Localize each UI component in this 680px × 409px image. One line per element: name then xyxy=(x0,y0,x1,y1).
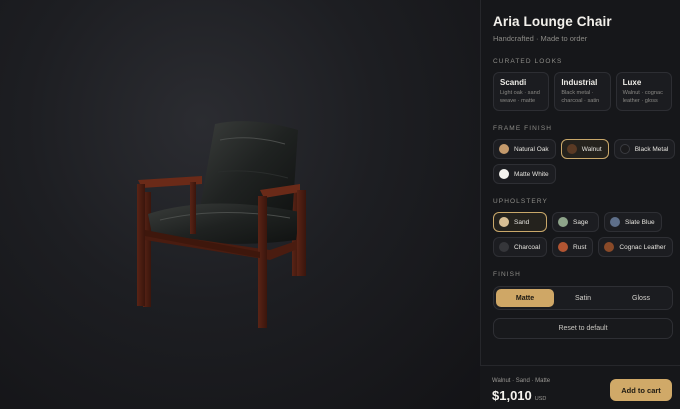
option-label: Slate Blue xyxy=(625,218,655,226)
frame-option-natural-oak[interactable]: Natural Oak xyxy=(493,139,556,159)
upholstery-option-rust[interactable]: Rust xyxy=(552,237,594,257)
option-label: Rust xyxy=(573,243,587,251)
configurator-panel: Aria Lounge Chair Handcrafted · Made to … xyxy=(480,0,680,409)
frame-option-black-metal[interactable]: Black Metal xyxy=(613,139,676,159)
option-label: Charcoal xyxy=(514,243,541,251)
look-description: Light oak · sand weave · matte xyxy=(500,90,540,104)
look-name: Luxe xyxy=(622,78,642,87)
color-swatch xyxy=(610,217,620,227)
selection-summary: Walnut · Sand · Matte xyxy=(492,378,551,384)
finish-segmented-control: Matte Satin Gloss xyxy=(493,286,673,310)
color-swatch xyxy=(499,169,509,179)
curated-looks-list: Scandi Light oak · sand weave · matte In… xyxy=(493,72,672,111)
upholstery-heading: UPHOLSTERY xyxy=(493,198,548,205)
finish-option-gloss[interactable]: Gloss xyxy=(612,289,670,307)
upholstery-option-sand[interactable]: Sand xyxy=(493,212,547,232)
product-subtitle: Handcrafted · Made to order xyxy=(493,34,588,43)
option-label: Cognac Leather xyxy=(619,243,666,251)
price-value: $1,010 xyxy=(492,388,532,403)
option-label: Natural Oak xyxy=(514,145,549,153)
look-card-scandi[interactable]: Scandi Light oak · sand weave · matte xyxy=(493,72,550,111)
add-to-cart-button[interactable]: Add to cart xyxy=(610,379,672,401)
chair-3d-preview[interactable] xyxy=(120,112,320,332)
price-display: $1,010 USD xyxy=(492,388,546,403)
reset-button[interactable]: Reset to default xyxy=(493,318,673,339)
currency-code: USD xyxy=(534,396,547,402)
frame-option-matte-white[interactable]: Matte White xyxy=(493,164,556,184)
finish-option-satin[interactable]: Satin xyxy=(554,289,612,307)
color-swatch xyxy=(499,144,509,154)
purchase-footer: Walnut · Sand · Matte $1,010 USD Add to c… xyxy=(480,365,680,409)
color-swatch xyxy=(499,242,509,252)
color-swatch xyxy=(558,217,568,227)
frame-finish-heading: FRAME FINISH xyxy=(493,125,553,132)
color-swatch xyxy=(619,144,630,154)
option-label: Sage xyxy=(573,218,589,226)
upholstery-option-charcoal[interactable]: Charcoal xyxy=(493,237,548,257)
color-swatch xyxy=(604,242,615,252)
option-label: Sand xyxy=(514,218,530,226)
look-description: Black metal · charcoal · satin xyxy=(561,90,600,104)
look-description: Walnut · cognac leather · gloss xyxy=(622,90,663,104)
upholstery-option-sage[interactable]: Sage xyxy=(552,212,599,232)
option-label: Black Metal xyxy=(634,145,669,153)
finish-option-matte[interactable]: Matte xyxy=(496,289,554,307)
option-label: Walnut xyxy=(581,145,602,153)
product-viewer[interactable] xyxy=(0,0,480,409)
curated-looks-heading: CURATED LOOKS xyxy=(493,58,563,65)
upholstery-options: Sand Sage Slate Blue Charcoal Rust Cogna… xyxy=(493,212,678,257)
look-card-industrial[interactable]: Industrial Black metal · charcoal · sati… xyxy=(554,72,611,111)
finish-heading: FINISH xyxy=(493,271,521,278)
look-name: Scandi xyxy=(500,78,527,87)
frame-option-walnut[interactable]: Walnut xyxy=(560,139,609,159)
upholstery-option-cognac-leather[interactable]: Cognac Leather xyxy=(598,237,673,257)
color-swatch xyxy=(499,217,509,227)
option-label: Matte White xyxy=(514,170,549,178)
frame-finish-options: Natural Oak Walnut Black Metal Matte Whi… xyxy=(493,139,678,184)
look-name: Industrial xyxy=(561,78,598,87)
color-swatch xyxy=(558,242,569,252)
color-swatch xyxy=(566,144,577,154)
product-title: Aria Lounge Chair xyxy=(493,14,612,29)
look-card-luxe[interactable]: Luxe Walnut · cognac leather · gloss xyxy=(615,72,672,111)
upholstery-option-slate-blue[interactable]: Slate Blue xyxy=(604,212,662,232)
